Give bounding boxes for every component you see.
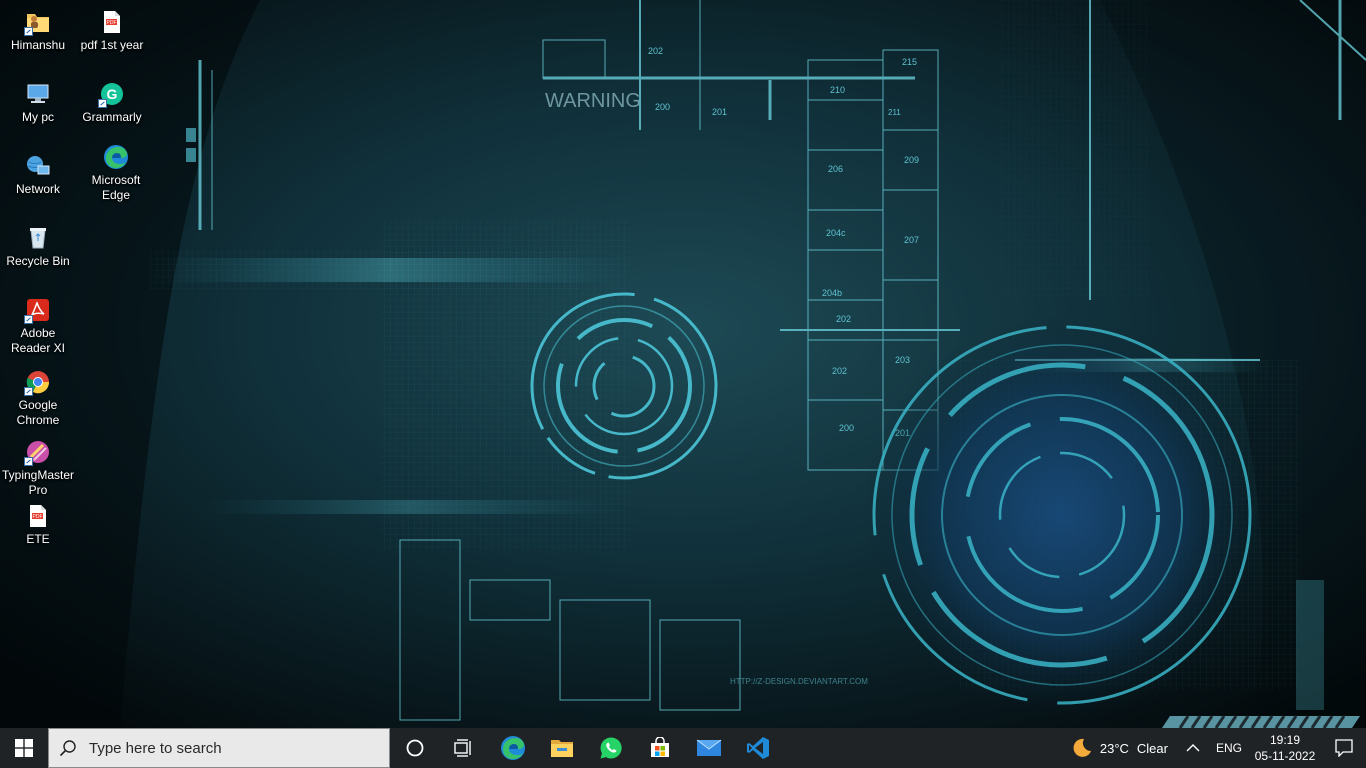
pdf-file-icon: PDF — [24, 502, 52, 530]
recycle-bin-icon — [24, 224, 52, 252]
typingmaster-icon — [24, 438, 52, 466]
taskbar-microsoft-store-button[interactable] — [635, 728, 684, 768]
notification-icon — [1335, 739, 1353, 757]
desktop-icon-label: pdf 1st year — [80, 38, 144, 52]
task-view-button[interactable] — [439, 728, 488, 768]
taskbar-vscode-button[interactable] — [733, 728, 782, 768]
desktop-icon-label: Network — [15, 182, 60, 196]
show-hidden-icons-button[interactable] — [1176, 728, 1210, 768]
desktop-icon-label: Adobe Reader XI — [10, 326, 66, 355]
svg-text:200: 200 — [655, 102, 670, 112]
desktop-icon-label: ETE — [26, 532, 50, 546]
action-center-button[interactable] — [1322, 728, 1366, 768]
task-view-icon — [453, 739, 471, 757]
desktop-icon-ete[interactable]: PDF ETE — [1, 502, 75, 547]
desktop-icon-label: My pc — [21, 110, 54, 124]
cortana-button[interactable] — [390, 728, 439, 768]
svg-text:PDF: PDF — [107, 20, 117, 26]
clock[interactable]: 19:19 05-11-2022 — [1248, 732, 1322, 764]
chevron-up-icon — [1186, 744, 1200, 752]
taskbar-file-explorer-button[interactable] — [537, 728, 586, 768]
desktop-icon-himanshu[interactable]: Himanshu — [1, 8, 75, 53]
microsoft-store-icon — [650, 737, 669, 757]
svg-text:202: 202 — [832, 366, 847, 376]
desktop-icon-label: Himanshu — [10, 38, 66, 52]
desktop-icon-label: TypingMaster Pro — [1, 468, 75, 497]
windows-logo-icon — [15, 739, 33, 757]
svg-text:203: 203 — [895, 355, 910, 365]
chrome-icon — [24, 368, 52, 396]
clock-time: 19:19 — [1269, 733, 1301, 747]
svg-text:202: 202 — [648, 46, 663, 56]
vscode-icon — [746, 737, 769, 759]
taskbar-mail-button[interactable] — [684, 728, 733, 768]
taskbar-whatsapp-button[interactable] — [586, 728, 635, 768]
pdf-file-icon: PDF — [98, 8, 126, 36]
desktop-icon-network[interactable]: Network — [1, 152, 75, 197]
svg-text:207: 207 — [904, 235, 919, 245]
edge-icon — [500, 736, 525, 760]
taskbar: 23°C Clear ENG 19:19 05-11-2022 — [0, 728, 1366, 768]
edge-icon — [102, 143, 130, 171]
moon-icon — [1073, 738, 1091, 757]
grammarly-icon: G — [98, 80, 126, 108]
desktop-icon-label: Microsoft Edge — [91, 173, 141, 202]
svg-text:202: 202 — [836, 314, 851, 324]
svg-text:PDF: PDF — [33, 514, 43, 520]
svg-text:215: 215 — [902, 57, 917, 67]
cortana-icon — [406, 739, 423, 757]
svg-text:211: 211 — [888, 108, 901, 117]
wallpaper-warning-text: WARNING — [545, 90, 641, 112]
desktop-icon-typingmaster[interactable]: TypingMaster Pro — [1, 438, 75, 498]
svg-text:210: 210 — [830, 85, 845, 95]
desktop-icon-recycle-bin[interactable]: Recycle Bin — [1, 224, 75, 269]
taskbar-edge-button[interactable] — [488, 728, 537, 768]
svg-text:204b: 204b — [822, 288, 842, 298]
input-language-indicator[interactable]: ENG — [1210, 741, 1248, 755]
svg-text:G: G — [107, 86, 118, 102]
desktop-wallpaper: WARNING 202 200 201 210 211 215 206 209 … — [0, 0, 1366, 728]
svg-text:204c: 204c — [826, 228, 846, 238]
desktop-icon-label: Recycle Bin — [6, 254, 70, 268]
weather-condition: Clear — [1136, 740, 1168, 756]
user-folder-icon — [24, 8, 52, 36]
weather-widget[interactable]: 23°C Clear — [1062, 728, 1176, 768]
network-icon — [24, 152, 52, 180]
file-explorer-icon — [550, 740, 573, 757]
desktop-icon-microsoft-edge[interactable]: Microsoft Edge — [79, 143, 153, 203]
desktop-icon-adobe-reader[interactable]: Adobe Reader XI — [1, 296, 75, 356]
desktop-icon-pdf-1st-year[interactable]: PDF pdf 1st year — [75, 8, 149, 53]
desktop-icon-google-chrome[interactable]: Google Chrome — [1, 368, 75, 428]
weather-temperature: 23°C — [1099, 740, 1129, 756]
adobe-reader-icon — [24, 296, 52, 324]
svg-text:201: 201 — [712, 107, 727, 117]
search-input[interactable] — [87, 738, 381, 758]
desktop-icon-grammarly[interactable]: G Grammarly — [75, 80, 149, 125]
desktop-icon-label: Google Chrome — [16, 398, 60, 427]
svg-text:200: 200 — [839, 423, 854, 433]
whatsapp-icon — [600, 737, 622, 759]
svg-text:206: 206 — [828, 164, 843, 174]
start-button[interactable] — [0, 728, 48, 768]
desktop-icon-my-pc[interactable]: My pc — [1, 80, 75, 125]
clock-date: 05-11-2022 — [1254, 749, 1316, 763]
computer-icon — [24, 80, 52, 108]
taskbar-search-box[interactable] — [48, 728, 390, 768]
svg-text:HTTP://Z-DESIGN.DEVIANTART.COM: HTTP://Z-DESIGN.DEVIANTART.COM — [730, 677, 868, 686]
search-icon — [49, 739, 87, 757]
svg-text:209: 209 — [904, 155, 919, 165]
mail-icon — [696, 739, 721, 756]
desktop-icon-label: Grammarly — [82, 110, 142, 124]
system-tray: 23°C Clear ENG 19:19 05-11-2022 — [1062, 728, 1366, 768]
